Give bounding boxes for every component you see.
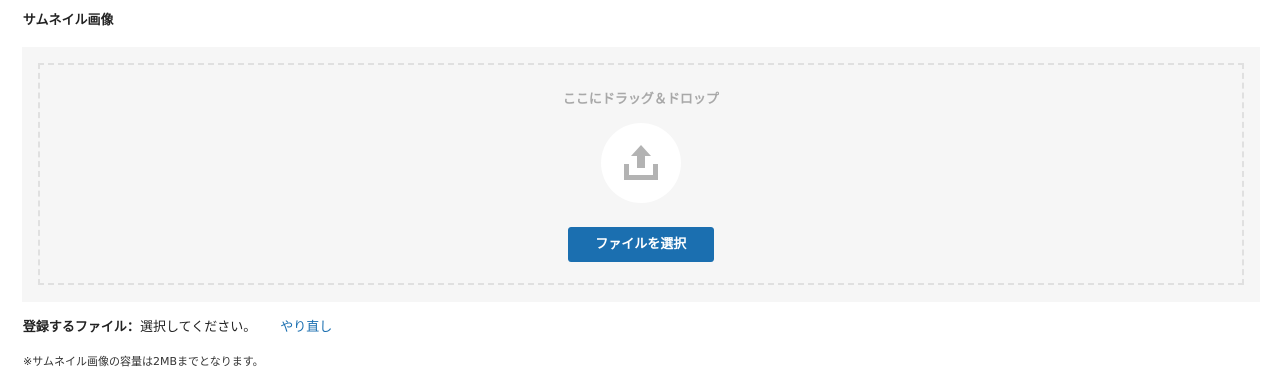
registered-file-label: 登録するファイル：: [23, 320, 141, 335]
upload-icon: [624, 145, 658, 180]
select-file-button[interactable]: ファイルを選択: [568, 227, 714, 262]
registered-file-row: 登録するファイル：選択してください。 やり直し: [23, 319, 332, 337]
section-title: サムネイル画像: [23, 13, 114, 28]
drop-hint: ここにドラッグ＆ドロップ: [562, 92, 719, 107]
size-limit-note: ※サムネイル画像の容量は2MBまでとなります。: [23, 355, 264, 368]
redo-link[interactable]: やり直し: [280, 320, 332, 335]
upload-panel: ここにドラッグ＆ドロップ ファイルを選択: [22, 47, 1260, 302]
registered-file-value: 選択してください。: [140, 320, 257, 335]
upload-icon-circle: [601, 123, 681, 203]
drop-zone[interactable]: ここにドラッグ＆ドロップ ファイルを選択: [38, 63, 1244, 285]
